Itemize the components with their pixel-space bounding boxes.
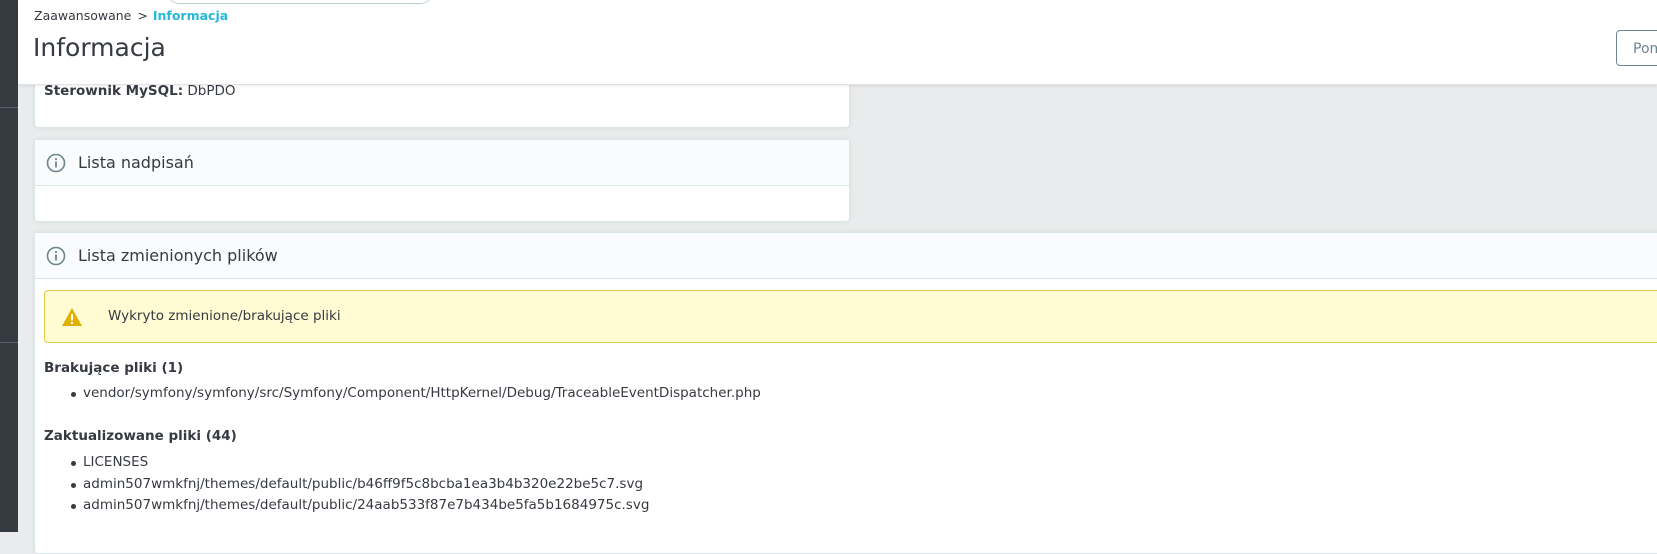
- list-item: admin507wmkfnj/themes/default/public/b46…: [71, 474, 649, 496]
- updated-files-list: LICENSES admin507wmkfnj/themes/default/p…: [71, 452, 649, 517]
- info-icon: [46, 246, 66, 266]
- breadcrumb-parent-link[interactable]: Zaawansowane: [34, 8, 131, 23]
- sidebar: [0, 0, 18, 532]
- page-title: Informacja: [33, 33, 166, 62]
- changed-files-card-title: Lista zmienionych plików: [78, 246, 278, 265]
- search-input[interactable]: [168, 0, 432, 4]
- list-item: admin507wmkfnj/themes/default/public/24a…: [71, 495, 649, 517]
- missing-files-list: vendor/symfony/symfony/src/Symfony/Compo…: [71, 383, 761, 405]
- list-item: vendor/symfony/symfony/src/Symfony/Compo…: [71, 383, 761, 405]
- mysql-driver-label: Sterownik MySQL:: [44, 83, 184, 99]
- changed-files-card-header: Lista zmienionych plików: [35, 233, 1657, 279]
- sidebar-divider: [0, 107, 18, 108]
- breadcrumb-current[interactable]: Informacja: [153, 8, 228, 23]
- mysql-driver-line: Sterownik MySQL: DbPDO: [44, 83, 236, 99]
- overrides-card-header: Lista nadpisań: [35, 140, 849, 186]
- changed-files-card: Lista zmienionych plików Wykryto zmienio…: [34, 232, 1657, 554]
- overrides-card: Lista nadpisań: [34, 139, 850, 222]
- help-button[interactable]: Pom: [1616, 30, 1657, 66]
- info-icon: [46, 153, 66, 173]
- mysql-driver-value: DbPDO: [187, 83, 236, 99]
- list-item: LICENSES: [71, 452, 649, 474]
- page-header: Zaawansowane > Informacja Informacja Pom: [18, 0, 1657, 85]
- updated-files-title: Zaktualizowane pliki (44): [44, 428, 237, 444]
- overrides-card-title: Lista nadpisań: [78, 153, 194, 172]
- sidebar-divider: [0, 342, 18, 343]
- breadcrumb: Zaawansowane > Informacja: [34, 8, 228, 23]
- warning-icon: [62, 308, 82, 326]
- warning-alert: Wykryto zmienione/brakujące pliki: [44, 290, 1657, 343]
- warning-alert-text: Wykryto zmienione/brakujące pliki: [108, 308, 341, 324]
- breadcrumb-separator: >: [137, 8, 148, 23]
- missing-files-title: Brakujące pliki (1): [44, 360, 184, 376]
